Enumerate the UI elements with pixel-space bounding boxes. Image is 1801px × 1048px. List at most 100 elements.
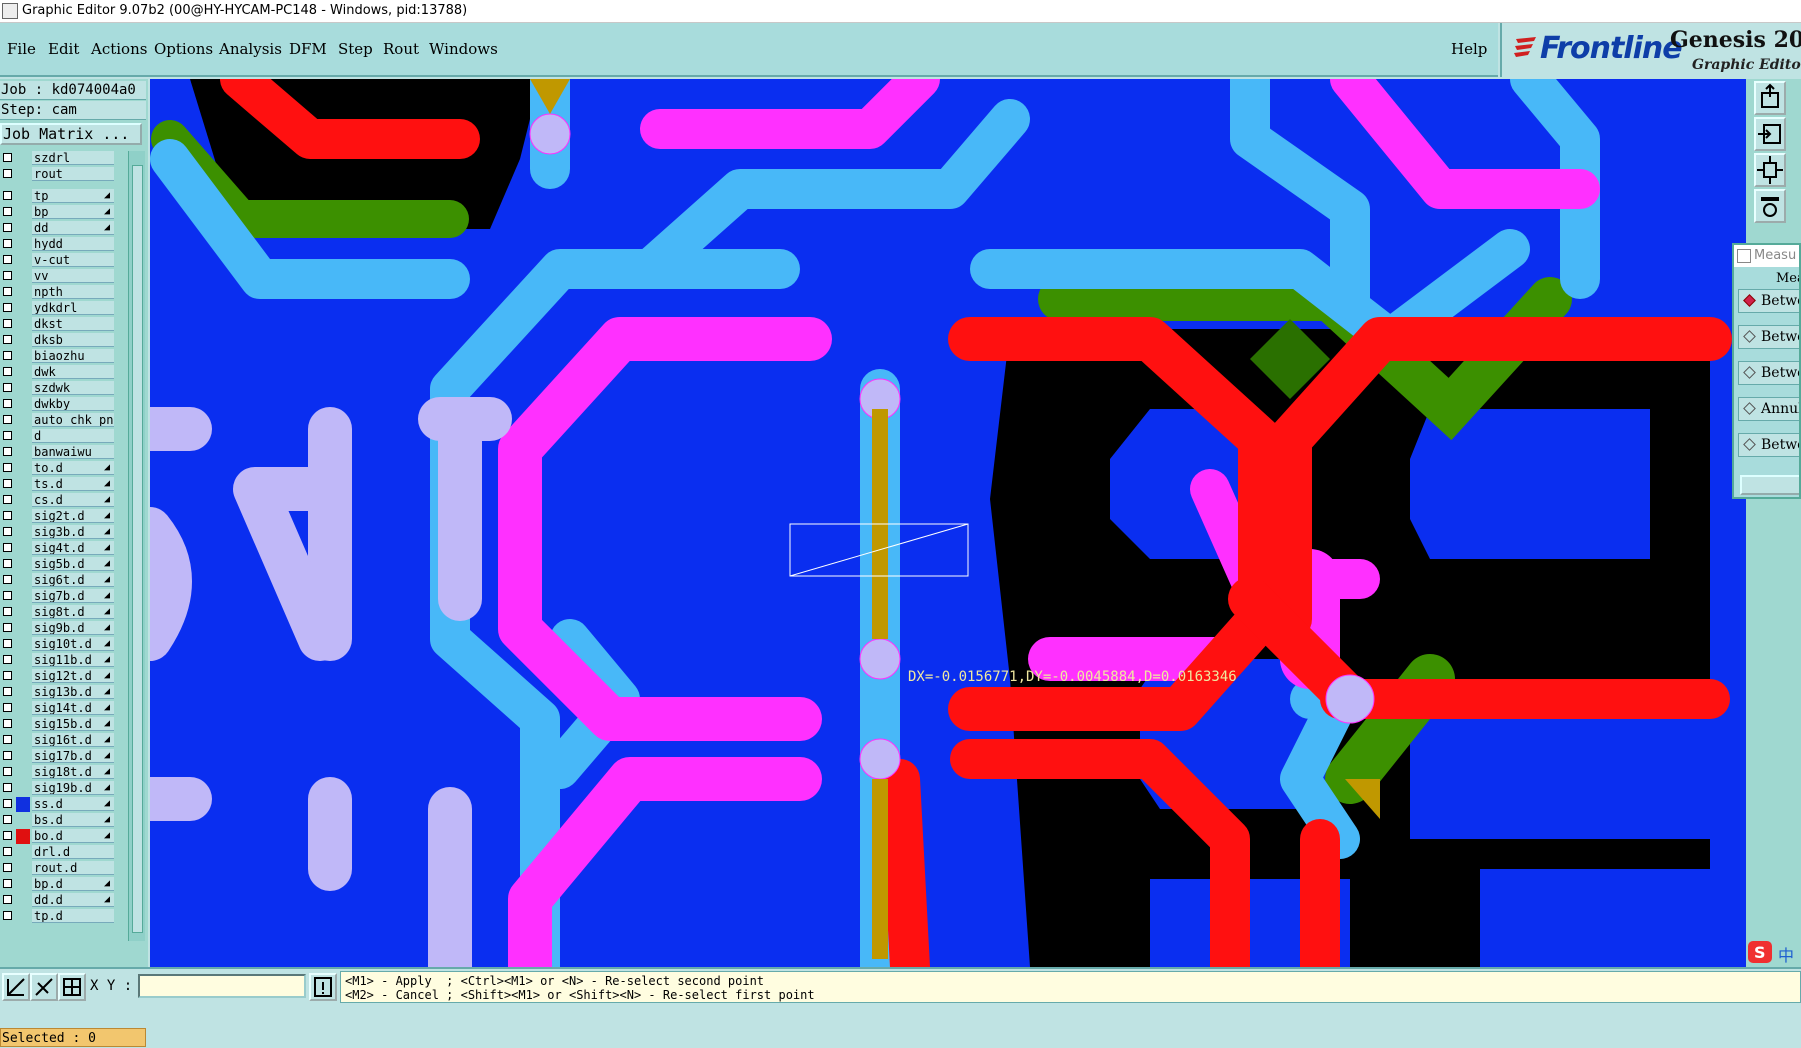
layer-row[interactable]: rout.d bbox=[0, 861, 116, 876]
measure-option[interactable]: Betwe bbox=[1738, 289, 1799, 313]
layer-checkbox[interactable] bbox=[3, 191, 12, 200]
layer-color-swatch[interactable] bbox=[16, 589, 30, 604]
layer-checkbox[interactable] bbox=[3, 575, 12, 584]
layer-checkbox[interactable] bbox=[3, 447, 12, 456]
layer-color-swatch[interactable] bbox=[16, 637, 30, 652]
layer-row[interactable]: dwk bbox=[0, 365, 116, 380]
layer-color-swatch[interactable] bbox=[16, 365, 30, 380]
layer-name[interactable]: dd ◢ bbox=[32, 221, 114, 235]
layer-checkbox[interactable] bbox=[3, 399, 12, 408]
layer-checkbox[interactable] bbox=[3, 319, 12, 328]
layer-checkbox[interactable] bbox=[3, 169, 12, 178]
layer-name[interactable]: sig14t.d ◢ bbox=[32, 701, 114, 715]
layer-checkbox[interactable] bbox=[3, 879, 12, 888]
layer-color-swatch[interactable] bbox=[16, 813, 30, 828]
layer-checkbox[interactable] bbox=[3, 799, 12, 808]
layer-color-swatch[interactable] bbox=[16, 381, 30, 396]
layer-row[interactable]: banwaiwu bbox=[0, 445, 116, 460]
layer-row[interactable]: hydd bbox=[0, 237, 116, 252]
layer-row[interactable]: sig19b.d ◢ bbox=[0, 781, 116, 796]
layer-checkbox[interactable] bbox=[3, 351, 12, 360]
measure-option[interactable]: Betwe bbox=[1738, 361, 1799, 385]
layer-name[interactable]: ss.d ◢ bbox=[32, 797, 114, 811]
layer-name[interactable]: d bbox=[32, 429, 114, 443]
layer-name[interactable]: rout.d bbox=[32, 861, 114, 875]
layer-row[interactable]: sig17b.d ◢ bbox=[0, 749, 116, 764]
layer-name[interactable]: ts.d ◢ bbox=[32, 477, 114, 491]
layer-row[interactable]: biaozhu bbox=[0, 349, 116, 364]
layer-color-swatch[interactable] bbox=[16, 717, 30, 732]
import-button[interactable] bbox=[1754, 117, 1786, 151]
layer-name[interactable]: szdrl bbox=[32, 151, 114, 165]
layer-color-swatch[interactable] bbox=[16, 237, 30, 252]
layer-name[interactable]: bp.d ◢ bbox=[32, 877, 114, 891]
layer-checkbox[interactable] bbox=[3, 559, 12, 568]
layer-color-swatch[interactable] bbox=[16, 167, 30, 182]
layer-checkbox[interactable] bbox=[3, 255, 12, 264]
layer-row[interactable]: ts.d ◢ bbox=[0, 477, 116, 492]
layer-name[interactable]: sig18t.d ◢ bbox=[32, 765, 114, 779]
layer-checkbox[interactable] bbox=[3, 287, 12, 296]
export-button[interactable] bbox=[1754, 81, 1786, 115]
layer-checkbox[interactable] bbox=[3, 847, 12, 856]
layer-row[interactable]: szdwk bbox=[0, 381, 116, 396]
layer-color-swatch[interactable] bbox=[16, 557, 30, 572]
layer-row[interactable]: sig7b.d ◢ bbox=[0, 589, 116, 604]
layer-name[interactable]: sig11b.d ◢ bbox=[32, 653, 114, 667]
snap-button[interactable] bbox=[2, 973, 30, 1001]
layer-checkbox[interactable] bbox=[3, 639, 12, 648]
layer-name[interactable]: sig13b.d ◢ bbox=[32, 685, 114, 699]
layer-color-swatch[interactable] bbox=[16, 301, 30, 316]
layer-checkbox[interactable] bbox=[3, 591, 12, 600]
layer-color-swatch[interactable] bbox=[16, 493, 30, 508]
layer-row[interactable]: ydkdrl bbox=[0, 301, 116, 316]
layer-name[interactable]: bo.d ◢ bbox=[32, 829, 114, 843]
layer-color-swatch[interactable] bbox=[16, 653, 30, 668]
layer-color-swatch[interactable] bbox=[16, 797, 30, 812]
measure-option[interactable]: Betwe bbox=[1738, 325, 1799, 349]
layer-checkbox[interactable] bbox=[3, 303, 12, 312]
layer-row[interactable]: sig5b.d ◢ bbox=[0, 557, 116, 572]
menu-actions[interactable]: Actions bbox=[91, 40, 147, 58]
layer-row[interactable]: sig9b.d ◢ bbox=[0, 621, 116, 636]
layer-color-swatch[interactable] bbox=[16, 877, 30, 892]
layer-row[interactable]: npth bbox=[0, 285, 116, 300]
radio-diamond-icon[interactable] bbox=[1743, 330, 1756, 343]
grid-button[interactable] bbox=[58, 973, 86, 1001]
radio-diamond-icon[interactable] bbox=[1743, 438, 1756, 451]
layer-name[interactable]: to.d ◢ bbox=[32, 461, 114, 475]
layer-name[interactable]: dd.d ◢ bbox=[32, 893, 114, 907]
layer-name[interactable]: npth bbox=[32, 285, 114, 299]
layer-color-swatch[interactable] bbox=[16, 701, 30, 716]
layer-color-swatch[interactable] bbox=[16, 413, 30, 428]
layer-row[interactable]: sig2t.d ◢ bbox=[0, 509, 116, 524]
layer-color-swatch[interactable] bbox=[16, 573, 30, 588]
layer-name[interactable]: szdwk bbox=[32, 381, 114, 395]
layer-checkbox[interactable] bbox=[3, 607, 12, 616]
layer-name[interactable]: dksb bbox=[32, 333, 114, 347]
measure-apply-button[interactable] bbox=[1740, 475, 1799, 495]
menu-rout[interactable]: Rout bbox=[383, 40, 419, 58]
menu-step[interactable]: Step bbox=[338, 40, 373, 58]
layer-row[interactable]: bp ◢ bbox=[0, 205, 116, 220]
layer-row[interactable]: to.d ◢ bbox=[0, 461, 116, 476]
layer-name[interactable]: vv bbox=[32, 269, 114, 283]
layer-color-swatch[interactable] bbox=[16, 749, 30, 764]
menu-options[interactable]: Options bbox=[154, 40, 213, 58]
layer-checkbox[interactable] bbox=[3, 687, 12, 696]
layer-row[interactable]: sig4t.d ◢ bbox=[0, 541, 116, 556]
layer-row[interactable]: dkst bbox=[0, 317, 116, 332]
layer-color-swatch[interactable] bbox=[16, 685, 30, 700]
scrollbar-thumb[interactable] bbox=[132, 165, 143, 933]
layer-checkbox[interactable] bbox=[3, 463, 12, 472]
layer-color-swatch[interactable] bbox=[16, 205, 30, 220]
layer-color-swatch[interactable] bbox=[16, 253, 30, 268]
layer-color-swatch[interactable] bbox=[16, 621, 30, 636]
measure-option[interactable]: Betwe bbox=[1738, 433, 1799, 457]
layer-color-swatch[interactable] bbox=[16, 509, 30, 524]
layer-name[interactable]: v-cut bbox=[32, 253, 114, 267]
layer-name[interactable]: sig8t.d ◢ bbox=[32, 605, 114, 619]
layer-color-swatch[interactable] bbox=[16, 861, 30, 876]
layer-color-swatch[interactable] bbox=[16, 845, 30, 860]
radio-diamond-icon[interactable] bbox=[1743, 294, 1756, 307]
